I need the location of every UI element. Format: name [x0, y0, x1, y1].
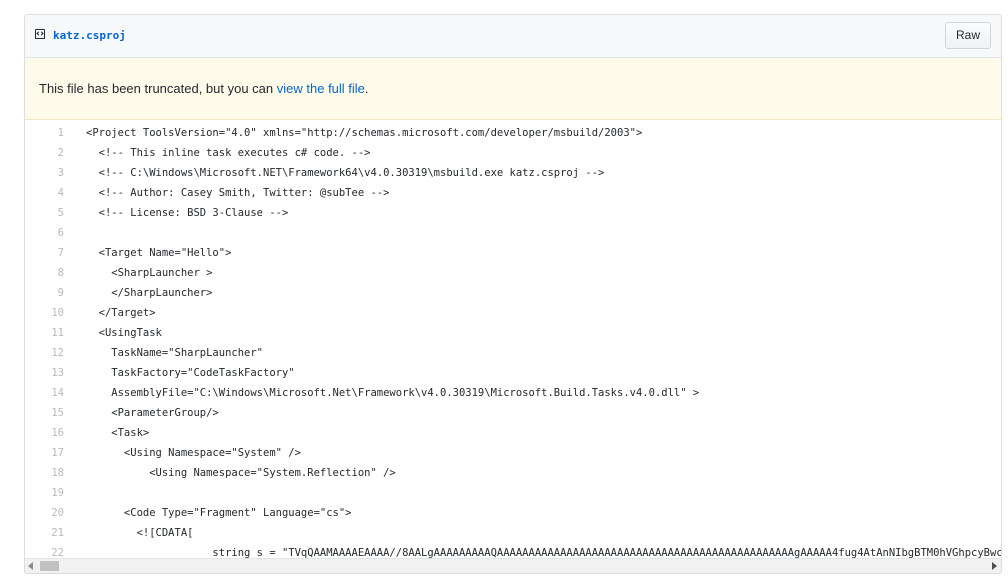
code-line: 1 <Project ToolsVersion="4.0" xmlns="http… — [25, 123, 1001, 143]
code-line: 18 <Using Namespace="System.Reflection" … — [25, 463, 1001, 483]
line-number[interactable]: 20 — [25, 503, 64, 523]
code-line: 17 <Using Namespace="System" /> — [25, 443, 1001, 463]
line-number[interactable]: 12 — [25, 343, 64, 363]
code-area: 1 <Project ToolsVersion="4.0" xmlns="http… — [25, 120, 1001, 561]
code-line: 3 <!-- C:\Windows\Microsoft.NET\Framewor… — [25, 163, 1001, 183]
code-line: 11 <UsingTask — [25, 323, 1001, 343]
view-full-file-link[interactable]: view the full file — [277, 81, 365, 96]
code-line: 4 <!-- Author: Casey Smith, Twitter: @su… — [25, 183, 1001, 203]
line-code: <!-- C:\Windows\Microsoft.NET\Framework6… — [86, 167, 605, 179]
line-number[interactable]: 17 — [25, 443, 64, 463]
line-code: AssemblyFile="C:\Windows\Microsoft.Net\F… — [86, 387, 700, 399]
line-number[interactable]: 1 — [25, 123, 64, 143]
code-line: 5 <!-- License: BSD 3-Clause --> — [25, 203, 1001, 223]
code-line: 7 <Target Name="Hello"> — [25, 243, 1001, 263]
line-number[interactable]: 11 — [25, 323, 64, 343]
file-code-icon — [35, 29, 45, 39]
line-code: <SharpLauncher > — [86, 267, 213, 279]
line-number[interactable]: 14 — [25, 383, 64, 403]
line-code: <![CDATA[ — [86, 527, 194, 539]
code-line: 12 TaskName="SharpLauncher" — [25, 343, 1001, 363]
line-number[interactable]: 3 — [25, 163, 64, 183]
horizontal-scrollbar[interactable] — [25, 558, 1001, 573]
code-line: 21 <![CDATA[ — [25, 523, 1001, 543]
line-code: <Using Namespace="System" /> — [86, 447, 301, 459]
line-code: <Target Name="Hello"> — [86, 247, 232, 259]
file-box: katz.csproj Raw This file has been trunc… — [24, 14, 1002, 574]
code-line: 2 <!-- This inline task executes c# code… — [25, 143, 1001, 163]
line-number[interactable]: 7 — [25, 243, 64, 263]
line-code: <Task> — [86, 427, 150, 439]
line-code: TaskFactory="CodeTaskFactory" — [86, 367, 295, 379]
code-line: 6 — [25, 223, 1001, 243]
line-number[interactable]: 8 — [25, 263, 64, 283]
line-number[interactable]: 9 — [25, 283, 64, 303]
code-line: 10 </Target> — [25, 303, 1001, 323]
line-number[interactable]: 2 — [25, 143, 64, 163]
raw-button[interactable]: Raw — [944, 22, 991, 49]
code-line: 16 <Task> — [25, 423, 1001, 443]
file-name-link[interactable]: katz.csproj — [53, 28, 126, 44]
code-line: 20 <Code Type="Fragment" Language="cs"> — [25, 503, 1001, 523]
file-header: katz.csproj Raw — [25, 15, 1001, 58]
line-number[interactable]: 5 — [25, 203, 64, 223]
code-line: 19 — [25, 483, 1001, 503]
line-code: <ParameterGroup/> — [86, 407, 219, 419]
line-code: <!-- Author: Casey Smith, Twitter: @subT… — [86, 187, 390, 199]
line-code: </Target> — [86, 307, 156, 319]
truncation-prefix: This file has been truncated, but you ca… — [39, 81, 277, 96]
line-code: <!-- License: BSD 3-Clause --> — [86, 207, 289, 219]
truncation-text: This file has been truncated, but you ca… — [39, 81, 369, 97]
truncation-suffix: . — [364, 81, 369, 96]
truncation-notice: This file has been truncated, but you ca… — [25, 58, 1001, 120]
line-code: <UsingTask — [86, 327, 162, 339]
line-number[interactable]: 13 — [25, 363, 64, 383]
line-code: <Project ToolsVersion="4.0" xmlns="http:… — [86, 127, 643, 139]
code-line: 13 TaskFactory="CodeTaskFactory" — [25, 363, 1001, 383]
line-code: <Code Type="Fragment" Language="cs"> — [86, 507, 352, 519]
line-number[interactable]: 21 — [25, 523, 64, 543]
line-code: </SharpLauncher> — [86, 287, 213, 299]
arrow-left-icon[interactable] — [28, 562, 33, 570]
code-line: 14 AssemblyFile="C:\Windows\Microsoft.Ne… — [25, 383, 1001, 403]
line-code: TaskName="SharpLauncher" — [86, 347, 264, 359]
code-line: 8 <SharpLauncher > — [25, 263, 1001, 283]
scroll-thumb[interactable] — [40, 561, 59, 571]
code-line: 9 </SharpLauncher> — [25, 283, 1001, 303]
line-number[interactable]: 16 — [25, 423, 64, 443]
line-number[interactable]: 4 — [25, 183, 64, 203]
line-code: <!-- This inline task executes c# code. … — [86, 147, 371, 159]
line-number[interactable]: 10 — [25, 303, 64, 323]
line-number[interactable]: 19 — [25, 483, 64, 503]
code-line: 15 <ParameterGroup/> — [25, 403, 1001, 423]
line-number[interactable]: 15 — [25, 403, 64, 423]
line-number[interactable]: 6 — [25, 223, 64, 243]
line-number[interactable]: 18 — [25, 463, 64, 483]
arrow-right-icon[interactable] — [992, 562, 997, 570]
line-code: <Using Namespace="System.Reflection" /> — [86, 467, 396, 479]
